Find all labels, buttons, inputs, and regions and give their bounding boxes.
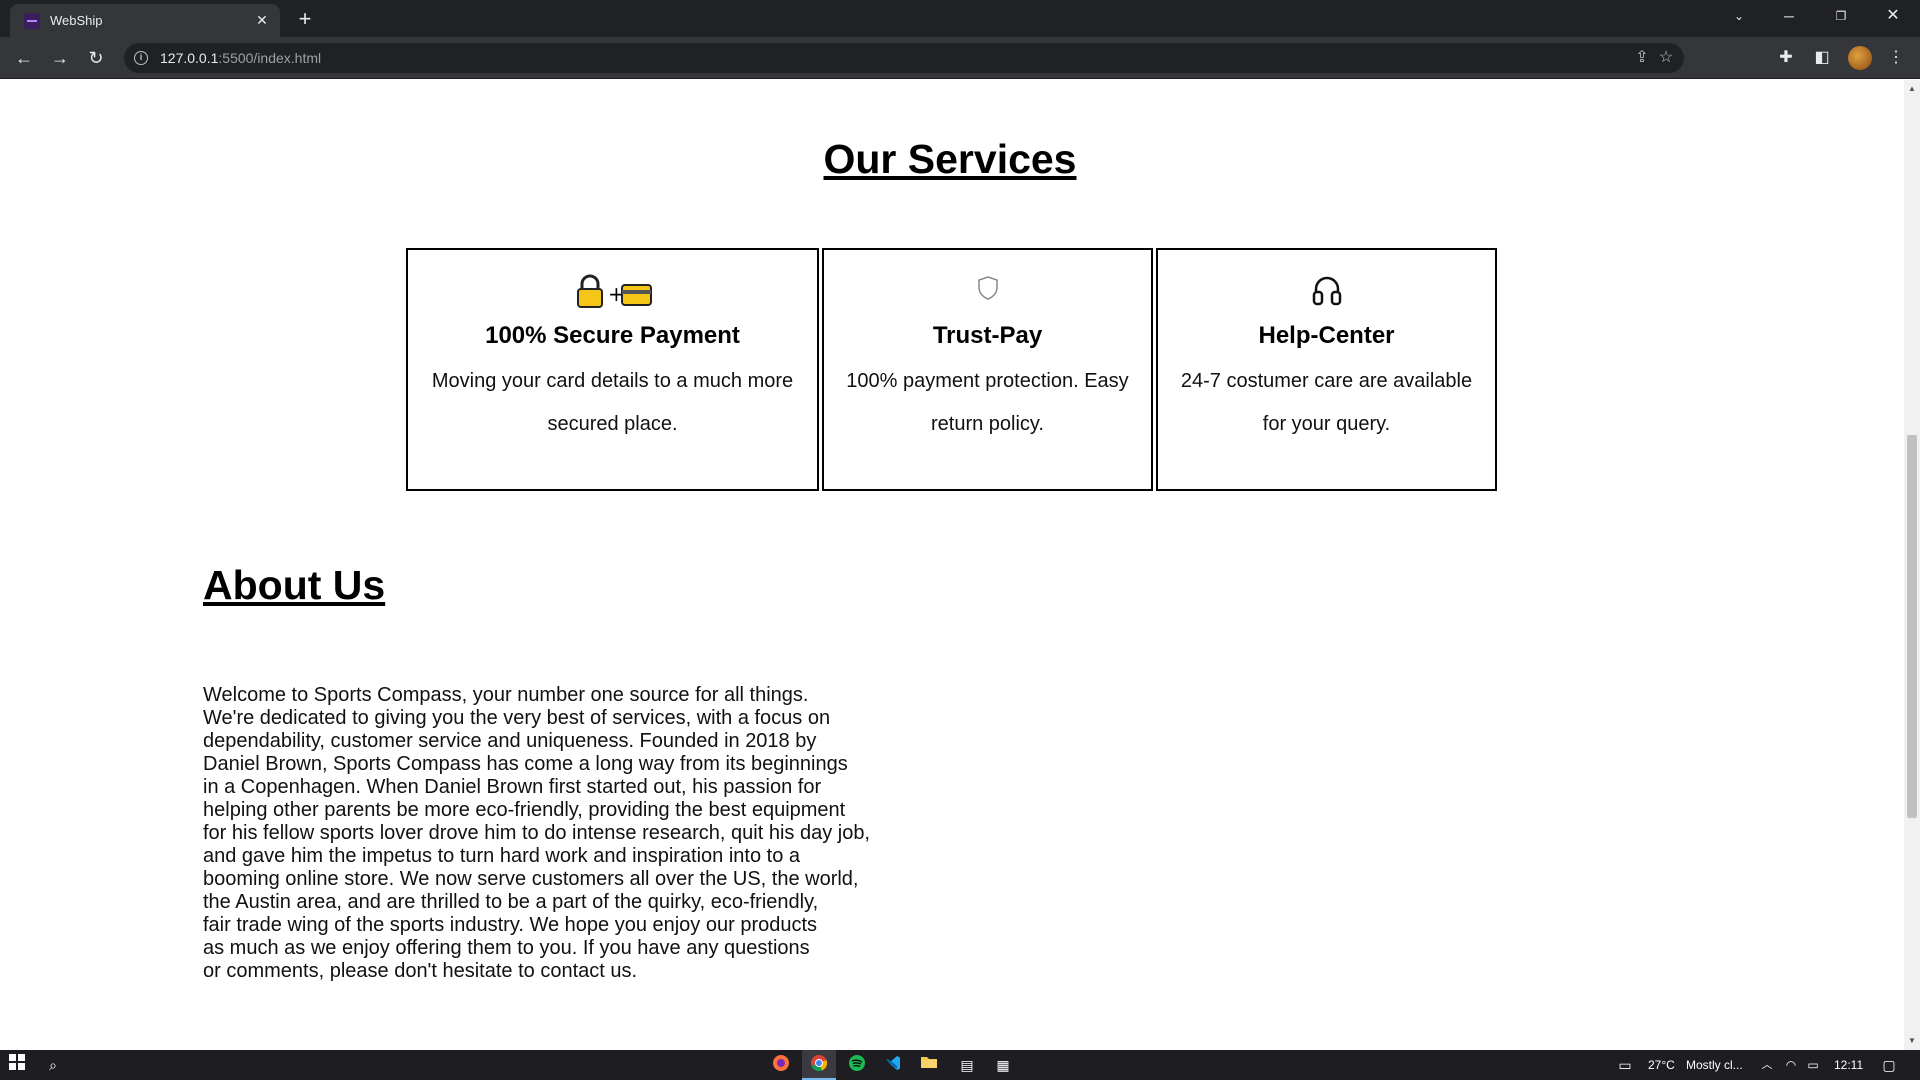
headphones-icon [1158, 274, 1495, 308]
card-title: 100% Secure Payment [485, 322, 740, 349]
services-heading: Our Services [823, 136, 1077, 182]
card-text: 24-7 costumer care are available for you… [1180, 370, 1473, 435]
menu-kebab-icon[interactable]: ⋮ [1884, 46, 1908, 70]
news-widget-icon[interactable]: ▭ [1614, 1054, 1636, 1076]
close-tab-icon[interactable]: ✕ [252, 10, 272, 30]
app-icon[interactable]: ▤ [956, 1054, 978, 1076]
weather-temp[interactable]: 27°C [1648, 1058, 1675, 1072]
vscode-icon[interactable] [882, 1054, 904, 1076]
site-info-icon[interactable]: i [134, 51, 148, 65]
scroll-down-arrow-icon[interactable]: ▼ [1904, 1034, 1920, 1048]
restore-icon[interactable]: ❐ [1818, 0, 1864, 32]
os-taskbar: ⌕ ▤ ▦ ▭ 27°C Mostly cl... ︿ ◠ ▭ 12:11 ▢ [0, 1050, 1920, 1080]
service-card-help-center: Help-Center 24-7 costumer care are avail… [1156, 248, 1497, 491]
card-text: 100% payment protection. Easy return pol… [846, 370, 1129, 435]
site-favicon-icon [24, 13, 40, 29]
extensions-puzzle-icon[interactable]: ✚ [1774, 46, 1798, 70]
side-panel-icon[interactable]: ◧ [1810, 46, 1834, 70]
bookmark-star-icon[interactable]: ☆ [1654, 46, 1678, 70]
scroll-up-arrow-icon[interactable]: ▲ [1904, 82, 1920, 96]
card-title: Help-Center [1258, 322, 1395, 349]
close-window-icon[interactable]: ✕ [1870, 0, 1916, 32]
service-card-trust-pay: Trust-Pay 100% payment protection. Easy … [822, 248, 1153, 491]
firefox-icon[interactable] [770, 1054, 792, 1076]
tab-search-chevron-icon[interactable]: ⌄ [1716, 0, 1762, 32]
clock-time[interactable]: 12:11 [1834, 1058, 1863, 1072]
page-viewport: Our Services + 100% Secure Payment Movin… [0, 80, 1904, 1050]
card-title: Trust-Pay [932, 322, 1043, 349]
app-icon-2[interactable]: ▦ [992, 1054, 1014, 1076]
shield-icon [824, 274, 1151, 308]
weather-desc[interactable]: Mostly cl... [1686, 1058, 1743, 1072]
share-icon[interactable]: ⇪ [1630, 46, 1654, 70]
search-icon[interactable]: ⌕ [42, 1054, 64, 1076]
chevron-up-icon[interactable]: ︿ [1756, 1054, 1778, 1076]
new-tab-button[interactable]: + [292, 6, 318, 32]
windows-start-icon[interactable] [6, 1054, 28, 1076]
spotify-icon[interactable] [846, 1054, 868, 1076]
wifi-icon[interactable]: ◠ [1780, 1054, 1802, 1076]
file-explorer-icon[interactable] [918, 1054, 940, 1076]
page-scrollbar[interactable]: ▲ ▼ [1904, 80, 1920, 1050]
address-bar[interactable]: i 127.0.0.1:5500/index.html ⇪ ☆ [124, 43, 1684, 73]
notifications-icon[interactable]: ▢ [1878, 1054, 1900, 1076]
url-text[interactable]: 127.0.0.1:5500/index.html [160, 50, 321, 66]
tab-title: WebShip [50, 13, 103, 28]
battery-icon[interactable]: ▭ [1802, 1054, 1824, 1076]
reload-icon[interactable]: ↻ [84, 46, 108, 70]
about-heading: About Us [203, 562, 386, 608]
profile-avatar[interactable] [1848, 46, 1872, 70]
scrollbar-thumb[interactable] [1907, 435, 1917, 818]
back-arrow-icon[interactable]: ← [12, 46, 36, 70]
chrome-icon[interactable] [808, 1054, 830, 1076]
service-card-secure-payment: + 100% Secure Payment Moving your card d… [406, 248, 819, 491]
minimize-icon[interactable]: ─ [1766, 0, 1812, 32]
browser-tab[interactable]: WebShip ✕ [10, 4, 280, 37]
lock-and-card-icon: + [408, 274, 817, 308]
about-text: Welcome to Sports Compass, your number o… [203, 684, 870, 982]
forward-arrow-icon[interactable]: → [48, 46, 72, 70]
browser-toolbar: ← → ↻ i 127.0.0.1:5500/index.html ⇪ ☆ ✚ … [0, 37, 1920, 79]
browser-tab-bar: WebShip ✕ + ⌄ ─ ❐ ✕ [0, 0, 1920, 37]
card-text: Moving your card details to a much more … [431, 370, 794, 435]
